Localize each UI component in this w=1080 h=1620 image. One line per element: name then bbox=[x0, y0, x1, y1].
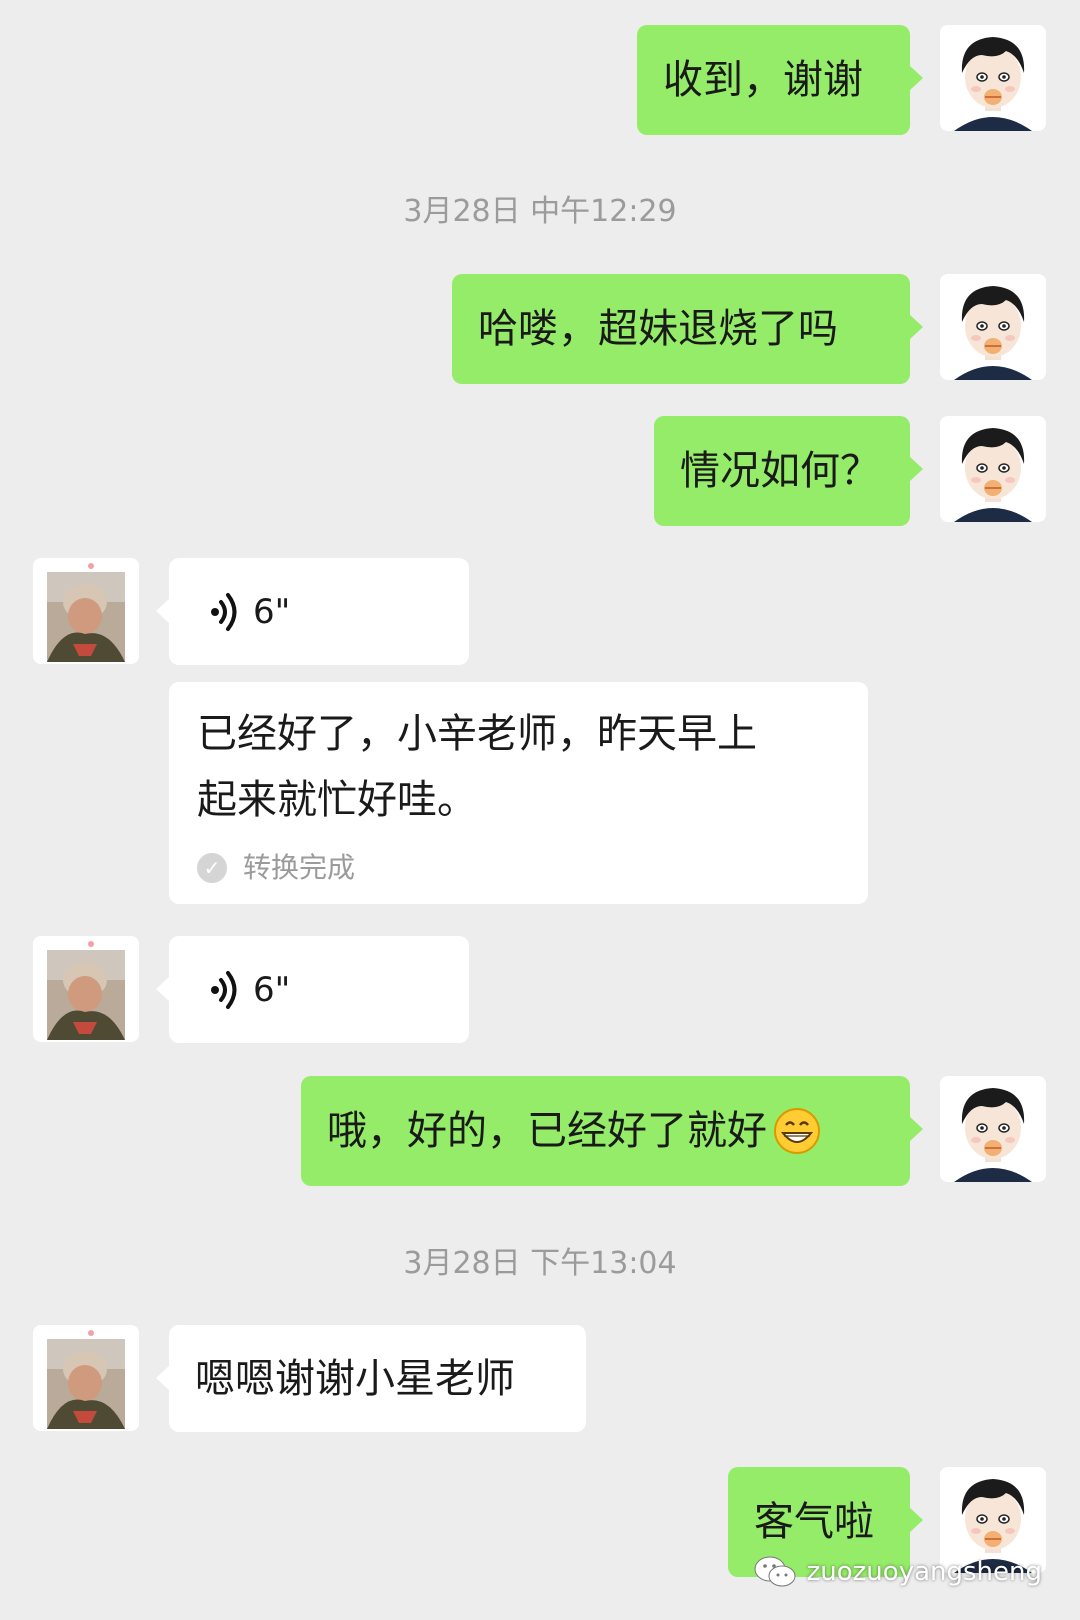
cartoon-boy-avatar-icon bbox=[940, 25, 1046, 131]
wechat-icon bbox=[754, 1556, 796, 1587]
cartoon-boy-avatar-icon bbox=[940, 1076, 1046, 1182]
voice-duration: 6" bbox=[253, 969, 291, 1010]
voice-waves-icon bbox=[211, 970, 237, 1009]
my-message-bubble[interactable]: 收到，谢谢 bbox=[637, 25, 923, 135]
voice-transcript-bubble[interactable]: 已经好了，小辛老师，昨天早上 起来就忙好哇。 ✓ 转换完成 bbox=[169, 682, 868, 904]
voice-waves-icon bbox=[211, 592, 237, 631]
timestamp: 3月28日 中午12:29 bbox=[403, 194, 677, 229]
child-photo-avatar-icon bbox=[33, 936, 139, 1042]
message-text: 收到，谢谢 bbox=[663, 57, 863, 103]
cartoon-boy-avatar-icon bbox=[940, 274, 1046, 380]
voice-message-bubble[interactable]: 6" bbox=[156, 936, 469, 1043]
contact-avatar[interactable] bbox=[33, 558, 139, 664]
my-avatar[interactable] bbox=[940, 416, 1046, 522]
contact-message-bubble[interactable]: 嗯嗯谢谢小星老师 bbox=[156, 1325, 586, 1432]
grin-emoji-icon bbox=[774, 1108, 820, 1154]
my-avatar[interactable] bbox=[940, 274, 1046, 380]
watermark: zuozuoyangsheng bbox=[753, 1554, 1042, 1590]
message-text: 哈喽，超妹退烧了吗 bbox=[478, 306, 838, 352]
my-message-bubble[interactable]: 哦，好的，已经好了就好 bbox=[301, 1076, 923, 1186]
child-photo-avatar-icon bbox=[33, 1325, 139, 1431]
message-text: 情况如何？ bbox=[680, 448, 880, 494]
check-circle-icon: ✓ bbox=[197, 853, 227, 883]
transcript-line: 起来就忙好哇。 bbox=[197, 777, 477, 823]
child-photo-avatar-icon bbox=[33, 558, 139, 664]
voice-message-bubble[interactable]: 6" bbox=[156, 558, 469, 665]
watermark-text: zuozuoyangsheng bbox=[806, 1557, 1042, 1587]
timestamp: 3月28日 下午13:04 bbox=[403, 1246, 677, 1281]
transcript-line: 已经好了，小辛老师，昨天早上 bbox=[197, 711, 757, 757]
contact-avatar[interactable] bbox=[33, 936, 139, 1042]
cartoon-boy-avatar-icon bbox=[940, 416, 1046, 522]
my-avatar[interactable] bbox=[940, 1076, 1046, 1182]
message-text: 嗯嗯谢谢小星老师 bbox=[195, 1355, 515, 1402]
contact-avatar[interactable] bbox=[33, 1325, 139, 1431]
my-message-bubble[interactable]: 哈喽，超妹退烧了吗 bbox=[452, 274, 923, 384]
my-avatar[interactable] bbox=[940, 25, 1046, 131]
transcript-status: 转换完成 bbox=[243, 851, 356, 884]
voice-duration: 6" bbox=[253, 591, 291, 632]
message-text: 哦，好的，已经好了就好 bbox=[327, 1108, 767, 1154]
my-message-bubble[interactable]: 情况如何？ bbox=[654, 416, 923, 526]
